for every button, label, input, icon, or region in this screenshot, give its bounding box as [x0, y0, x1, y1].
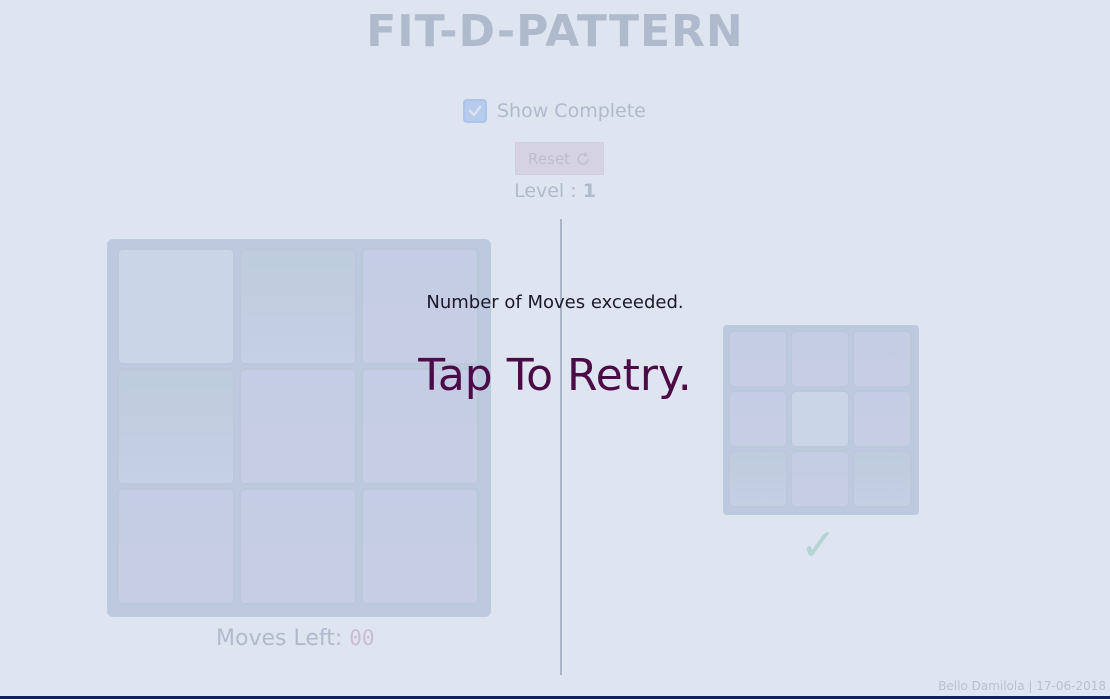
moves-left-count: 00 [349, 626, 375, 650]
show-complete-checkbox[interactable] [463, 99, 487, 123]
target-board-tile [728, 450, 788, 508]
main-board-tile[interactable] [361, 488, 479, 605]
target-board-tile [852, 450, 912, 508]
show-complete-label: Show Complete [497, 100, 646, 122]
moves-exceeded-message: Number of Moves exceeded. [426, 292, 684, 313]
level-value: 1 [582, 180, 596, 202]
check-icon [468, 105, 482, 117]
reset-button[interactable]: Reset [515, 142, 604, 175]
level-label: Level : [514, 180, 583, 202]
main-board-tile[interactable] [117, 488, 235, 605]
moves-left-label: Moves Left: [216, 626, 350, 651]
moves-left: Moves Left: 00 [216, 626, 375, 651]
show-complete-toggle[interactable]: Show Complete [463, 96, 646, 126]
game-title: FIT-D-PATTERN [366, 6, 744, 57]
retry-button[interactable]: Tap To Retry. [0, 350, 1110, 401]
author-credit: Bello Damilola | 17-06-2018 [938, 679, 1106, 693]
game-page: FIT-D-PATTERN Show Complete Reset Level … [0, 0, 1110, 699]
reset-label: Reset [528, 149, 570, 168]
refresh-icon [577, 151, 589, 165]
target-board-tile [790, 450, 850, 508]
checkmark-icon: ✓ [800, 520, 837, 571]
board-divider [560, 219, 562, 675]
level-indicator: Level : 1 [0, 180, 1110, 202]
main-board-tile[interactable] [239, 488, 357, 605]
